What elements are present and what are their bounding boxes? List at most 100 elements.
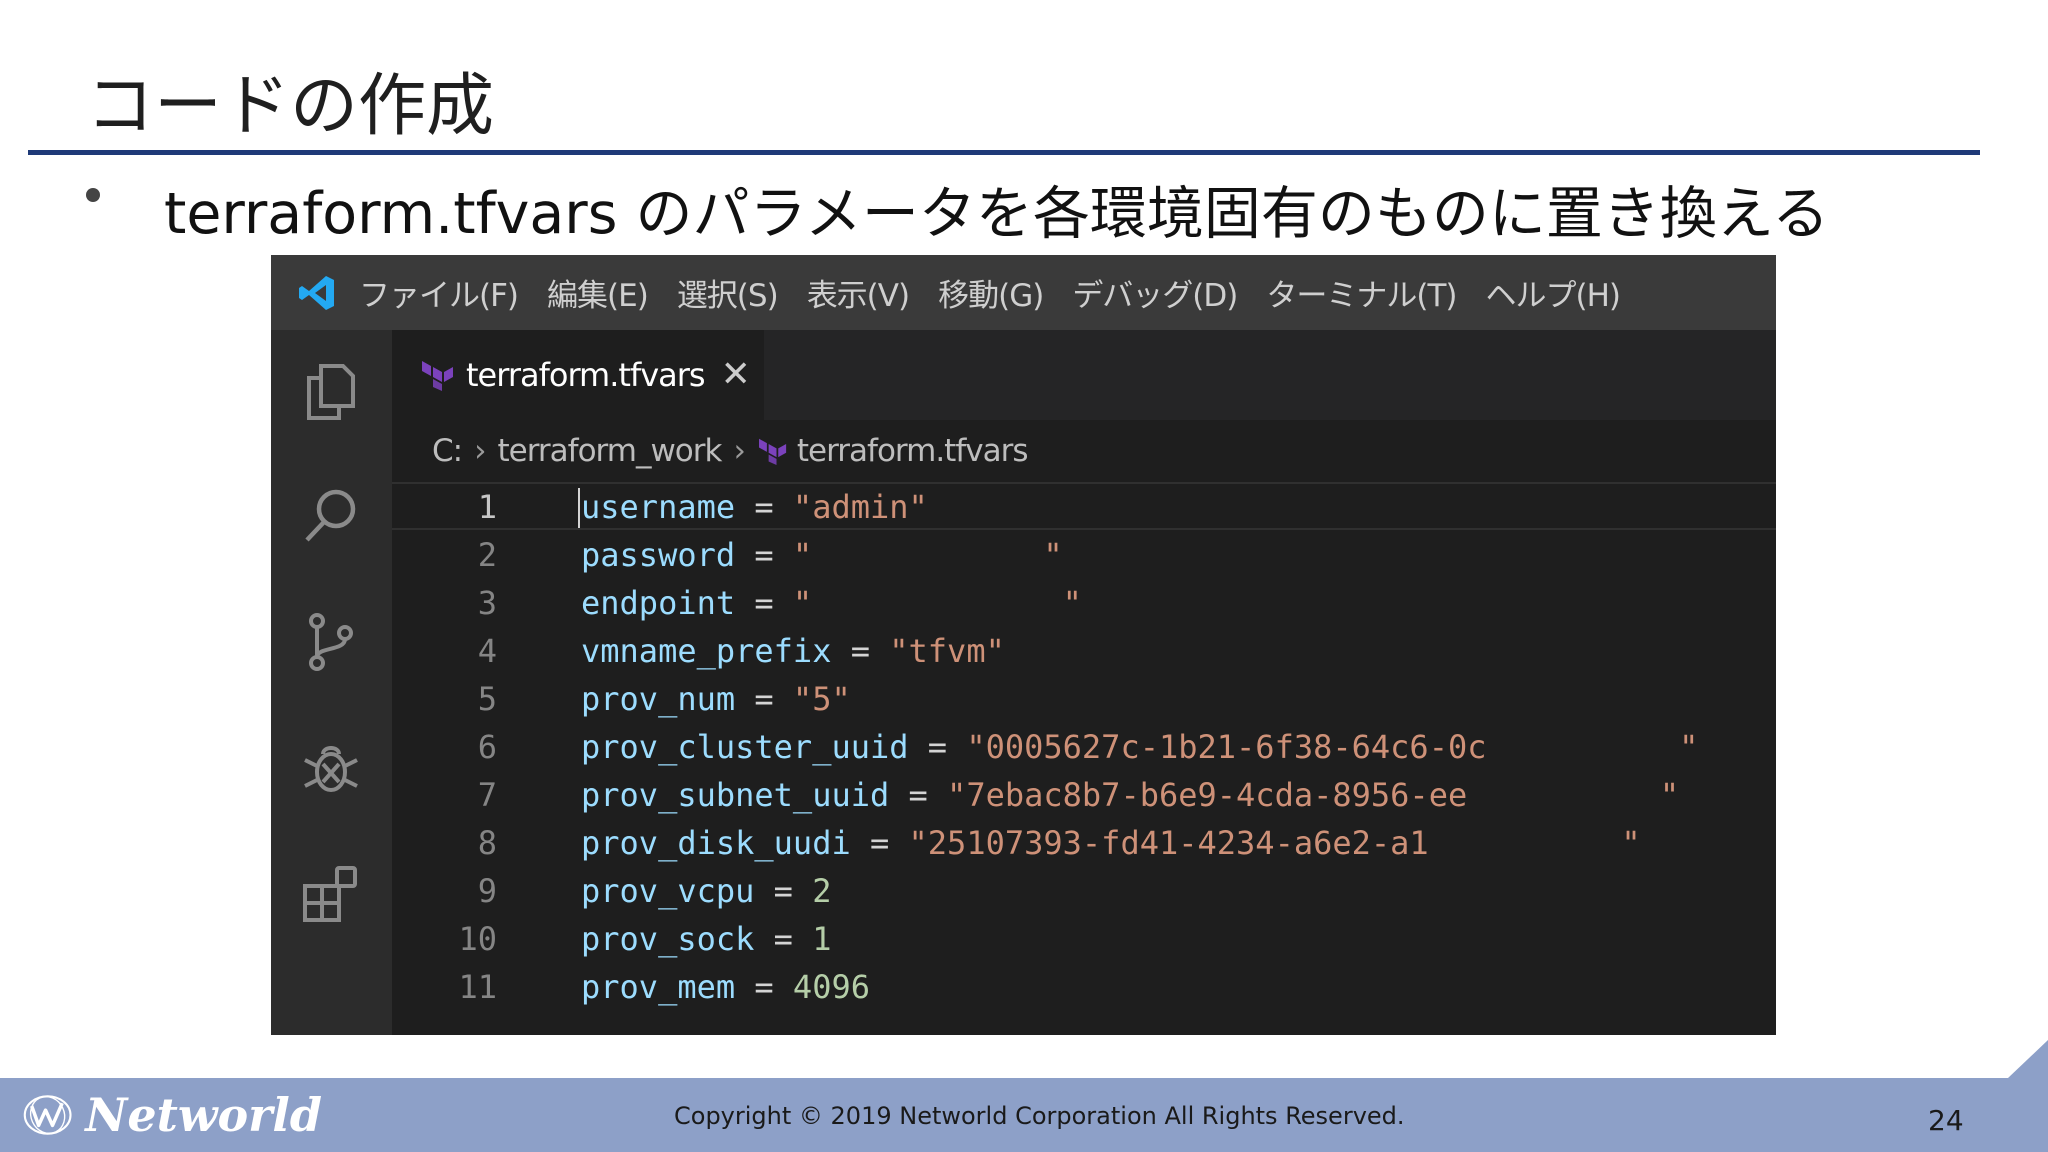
line-number: 6: [477, 728, 497, 766]
code-line-row[interactable]: 4 vmname_prefix = "tfvm": [392, 626, 1776, 674]
line-number: 9: [477, 872, 497, 910]
code-line-row[interactable]: 6 prov_cluster_uuid = "0005627c-1b21-6f38…: [392, 722, 1776, 770]
code-line-row[interactable]: 1 username = "admin": [392, 482, 1776, 530]
menu-file[interactable]: ファイル(F): [359, 270, 519, 315]
slide-footer: Networld Copyright © 2019 Networld Corpo…: [0, 1078, 2048, 1152]
number-value: 4096: [792, 968, 870, 1006]
extensions-icon[interactable]: [299, 862, 363, 926]
networld-emblem-icon: [23, 1095, 72, 1135]
search-icon[interactable]: [299, 484, 363, 548]
line-number: 7: [477, 776, 497, 814]
variable-name: password: [581, 536, 736, 574]
tab-strip: terraform.tfvars ✕: [392, 330, 1776, 420]
string-value: " ": [792, 536, 1063, 574]
menu-terminal[interactable]: ターミナル(T): [1266, 270, 1457, 315]
variable-name: prov_vcpu: [581, 872, 755, 910]
variable-name: prov_mem: [581, 968, 736, 1006]
code-line: prov_vcpu = 2: [581, 872, 831, 910]
string-value: "0005627c-1b21-6f38-64c6-0c ": [966, 728, 1699, 766]
number-value: 2: [812, 872, 832, 910]
breadcrumb-file[interactable]: terraform.tfvars: [797, 433, 1029, 469]
editor-area: terraform.tfvars ✕ C: › terraform_work ›…: [392, 330, 1776, 1035]
terraform-icon: [757, 437, 789, 465]
string-value: "admin": [792, 488, 928, 526]
page-number: 24: [1928, 1104, 1964, 1137]
menu-selection[interactable]: 選択(S): [677, 270, 779, 315]
code-line: username = "admin": [581, 488, 928, 526]
chevron-right-icon: ›: [733, 433, 745, 469]
slide-title: コードの作成: [86, 67, 495, 146]
code-line: prov_subnet_uuid = "7ebac8b7-b6e9-4cda-8…: [581, 776, 1679, 814]
chevron-right-icon: ›: [474, 433, 486, 469]
variable-name: prov_sock: [581, 920, 755, 958]
code-line-row[interactable]: 8 prov_disk_uudi = "25107393-fd41-4234-a6…: [392, 818, 1776, 866]
assign-operator: =: [754, 488, 774, 526]
code-line: prov_sock = 1: [581, 920, 831, 958]
menu-help[interactable]: ヘルプ(H): [1486, 270, 1621, 315]
line-number: 2: [477, 536, 497, 574]
variable-name: vmname_prefix: [581, 632, 832, 670]
assign-operator: =: [850, 632, 870, 670]
assign-operator: =: [927, 728, 948, 766]
code-line-row[interactable]: 10 prov_sock = 1: [392, 914, 1776, 962]
assign-operator: =: [773, 872, 793, 910]
menu-view[interactable]: 表示(V): [807, 270, 910, 315]
line-number: 10: [458, 920, 497, 958]
code-line-row[interactable]: 9 prov_vcpu = 2: [392, 866, 1776, 914]
copyright-text: Copyright © 2019 Networld Corporation Al…: [674, 1102, 1405, 1130]
activity-bar: [271, 330, 392, 1035]
brand-name: Networld: [85, 1088, 322, 1142]
assign-operator: =: [754, 680, 774, 718]
assign-operator: =: [869, 824, 890, 862]
menu-debug[interactable]: デバッグ(D): [1072, 270, 1238, 315]
tab-close-icon[interactable]: ✕: [721, 357, 751, 393]
code-editor[interactable]: 1 username = "admin" 2 password = " " 3 endpo…: [392, 482, 1776, 1010]
line-number: 8: [477, 824, 497, 862]
line-number: 3: [477, 584, 497, 622]
menu-bar: ファイル(F) 編集(E) 選択(S) 表示(V) 移動(G) デバッグ(D) …: [271, 255, 1776, 330]
line-number: 5: [477, 680, 497, 718]
variable-name: prov_num: [581, 680, 736, 718]
menu-go[interactable]: 移動(G): [938, 270, 1044, 315]
string-value: " ": [792, 584, 1082, 622]
code-line-row[interactable]: 2 password = " ": [392, 530, 1776, 578]
bullet-text: terraform.tfvars のパラメータを各環境固有のものに置き換える: [164, 181, 1830, 247]
breadcrumb-drive[interactable]: C:: [432, 433, 463, 469]
code-line: prov_disk_uudi = "25107393-fd41-4234-a6e…: [581, 824, 1641, 862]
code-line-row[interactable]: 3 endpoint = " ": [392, 578, 1776, 626]
debug-icon[interactable]: [299, 736, 363, 800]
number-value: 1: [812, 920, 832, 958]
code-line-row[interactable]: 7 prov_subnet_uuid = "7ebac8b7-b6e9-4cda-…: [392, 770, 1776, 818]
code-line: password = " ": [581, 536, 1063, 574]
tab-terraform-tfvars[interactable]: terraform.tfvars ✕: [392, 330, 764, 420]
assign-operator: =: [754, 584, 774, 622]
line-number: 4: [477, 632, 497, 670]
code-line-row[interactable]: 11 prov_mem = 4096: [392, 962, 1776, 1010]
title-underline: [28, 150, 1980, 155]
variable-name: endpoint: [581, 584, 736, 622]
menu-edit[interactable]: 編集(E): [547, 270, 649, 315]
assign-operator: =: [754, 536, 774, 574]
assign-operator: =: [908, 776, 928, 814]
line-number: 1: [477, 488, 497, 526]
code-line: prov_mem = 4096: [581, 968, 870, 1006]
string-value: "tfvm": [889, 632, 1005, 670]
text-cursor: [578, 488, 580, 528]
bullet-marker: [86, 188, 100, 202]
tab-label: terraform.tfvars: [466, 356, 706, 394]
string-value: "5": [792, 680, 851, 718]
breadcrumb: C: › terraform_work › terraform.tfvars: [432, 428, 1029, 474]
code-line-row[interactable]: 5 prov_num = "5": [392, 674, 1776, 722]
networld-logo: Networld: [22, 1084, 322, 1146]
source-control-icon[interactable]: [299, 610, 363, 674]
files-icon[interactable]: [299, 360, 363, 424]
variable-name: username: [581, 488, 736, 526]
assign-operator: =: [773, 920, 793, 958]
line-number: 11: [458, 968, 497, 1006]
variable-name: prov_cluster_uuid: [581, 728, 909, 766]
string-value: "7ebac8b7-b6e9-4cda-8956-ee ": [947, 776, 1680, 814]
breadcrumb-folder[interactable]: terraform_work: [498, 433, 723, 469]
string-value: "25107393-fd41-4234-a6e2-a1 ": [908, 824, 1641, 862]
variable-name: prov_disk_uudi: [581, 824, 851, 862]
assign-operator: =: [754, 968, 774, 1006]
